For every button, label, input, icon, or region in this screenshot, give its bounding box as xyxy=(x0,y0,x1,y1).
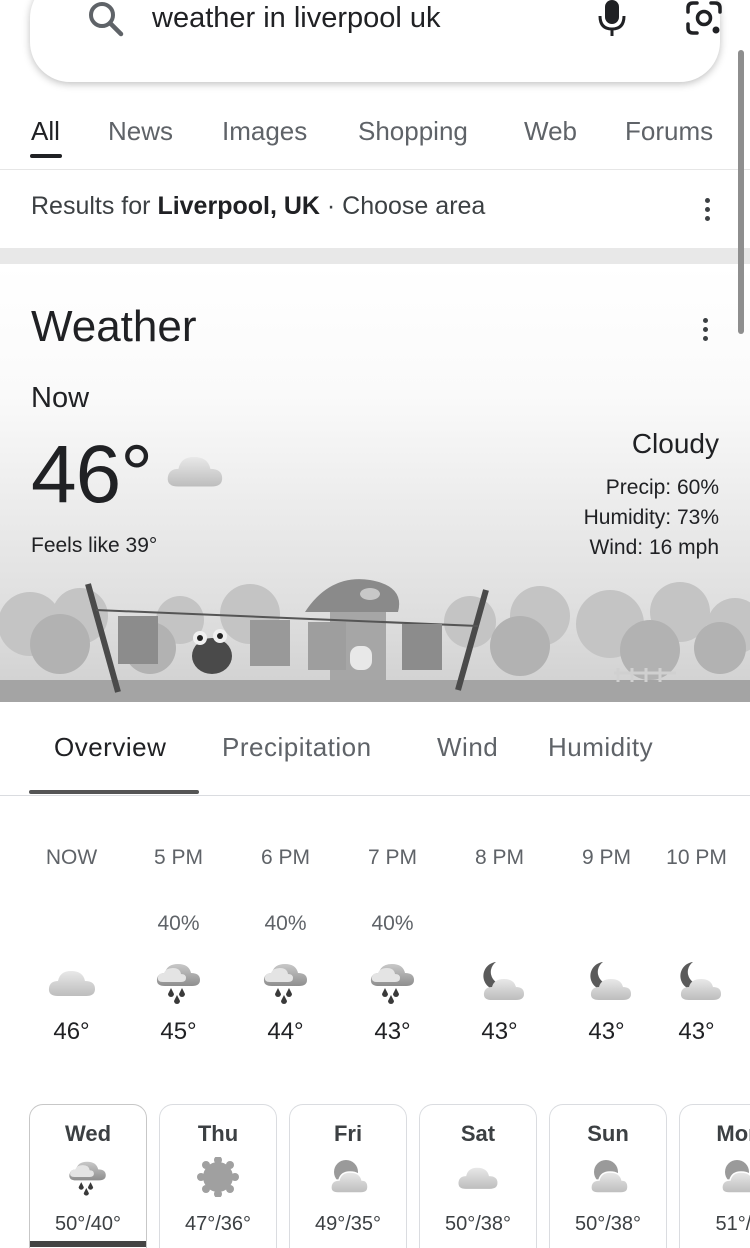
hourly-forecast-item[interactable]: 10 PM 43° xyxy=(643,846,750,1045)
hour-precip: 40% xyxy=(264,912,307,935)
moon-cloud-icon xyxy=(671,960,723,1004)
weather-more-options-icon[interactable] xyxy=(701,318,709,348)
day-card-mon[interactable]: Mon 51°/4 xyxy=(679,1104,750,1248)
partly-cloudy-icon xyxy=(717,1157,750,1197)
day-temps: 50°/38° xyxy=(444,1213,512,1235)
day-temps: 49°/35° xyxy=(314,1213,382,1235)
hour-temp: 44° xyxy=(267,1018,304,1045)
day-name: Thu xyxy=(197,1121,239,1146)
tab-web[interactable]: Web xyxy=(524,116,577,147)
cloud-icon xyxy=(46,960,98,1004)
page-scrollbar[interactable] xyxy=(738,50,744,334)
hourly-forecast-item[interactable]: 7 PM 40% 43° xyxy=(339,846,446,1045)
hour-time: 10 PM xyxy=(666,846,727,869)
wind-value: Wind: 16 mph xyxy=(589,536,719,559)
day-card-sun[interactable]: Sun 50°/38° xyxy=(549,1104,667,1248)
subtab-precipitation[interactable]: Precipitation xyxy=(222,732,372,763)
day-name: Mon xyxy=(716,1121,750,1146)
hour-temp: 43° xyxy=(678,1018,715,1045)
rain-cloud-icon xyxy=(66,1157,110,1197)
hourly-forecast-item[interactable]: 8 PM 43° xyxy=(446,846,553,1045)
subtab-overview[interactable]: Overview xyxy=(54,732,166,763)
feels-like: Feels like 39° xyxy=(31,534,158,557)
location-prefix: Results for xyxy=(31,192,158,220)
day-card-wed[interactable]: Wed 50°/40° xyxy=(29,1104,147,1248)
moon-cloud-icon xyxy=(581,960,633,1004)
day-name: Wed xyxy=(64,1121,112,1146)
search-icon xyxy=(89,2,124,37)
hour-temp: 46° xyxy=(53,1018,90,1045)
search-input[interactable]: weather in liverpool uk xyxy=(152,0,441,36)
day-temps: 51°/4 xyxy=(715,1213,750,1235)
hour-temp: 43° xyxy=(374,1018,411,1045)
partly-cloudy-icon xyxy=(326,1157,370,1197)
hourly-forecast-item[interactable]: NOW 46° xyxy=(18,846,125,1045)
section-divider xyxy=(0,248,750,264)
day-name: Sat xyxy=(460,1121,496,1146)
moon-cloud-icon xyxy=(474,960,526,1004)
tab-all[interactable]: All xyxy=(31,116,60,147)
day-name: Sun xyxy=(587,1121,629,1146)
hourly-forecast-item[interactable]: 6 PM 40% 44° xyxy=(232,846,339,1045)
day-temps: 50°/40° xyxy=(54,1213,122,1235)
camera-lens-icon[interactable] xyxy=(684,0,724,38)
hourly-forecast-item[interactable]: 5 PM 40% 45° xyxy=(125,846,232,1045)
hour-time: 6 PM xyxy=(260,846,310,869)
rain-cloud-icon xyxy=(367,960,419,1004)
search-bar[interactable]: weather in liverpool uk xyxy=(30,0,722,82)
hour-precip: 40% xyxy=(371,912,414,935)
cloud-icon xyxy=(456,1157,500,1197)
search-tabs: All News Images Shopping Web Forums xyxy=(0,100,750,170)
subtab-wind[interactable]: Wind xyxy=(437,732,498,763)
day-temps: 50°/38° xyxy=(574,1213,642,1235)
current-temperature: 46° xyxy=(31,429,153,520)
day-card-fri[interactable]: Fri 49°/35° xyxy=(289,1104,407,1248)
rain-cloud-icon xyxy=(153,960,205,1004)
day-name: Fri xyxy=(333,1121,363,1146)
day-temps: 47°/36° xyxy=(184,1213,252,1235)
selected-day-indicator xyxy=(30,1241,146,1247)
hour-temp: 45° xyxy=(160,1018,197,1045)
weather-illustration xyxy=(0,579,750,702)
partly-cloudy-icon xyxy=(586,1157,630,1197)
condition-text: Cloudy xyxy=(631,428,719,459)
hour-time: 7 PM xyxy=(367,846,417,869)
hour-precip: 40% xyxy=(157,912,200,935)
hour-temp: 43° xyxy=(481,1018,518,1045)
subtab-humidity[interactable]: Humidity xyxy=(548,732,653,763)
tab-shopping[interactable]: Shopping xyxy=(358,116,468,147)
now-label: Now xyxy=(31,382,90,414)
weather-title: Weather xyxy=(31,302,197,351)
weather-card: Weather Now 46° Feels like 39° Cloudy Pr… xyxy=(0,264,750,702)
hour-time: 8 PM xyxy=(474,846,524,869)
location-place: Liverpool, UK xyxy=(157,192,320,220)
location-line: Results for Liverpool, UK · Choose area xyxy=(31,192,485,221)
sun-icon xyxy=(196,1157,240,1197)
active-subtab-indicator xyxy=(29,790,199,794)
rain-cloud-icon xyxy=(260,960,312,1004)
tab-news[interactable]: News xyxy=(108,116,173,147)
day-card-thu[interactable]: Thu 47°/36° xyxy=(159,1104,277,1248)
precip-value: Precip: 60% xyxy=(605,476,719,499)
cloud-icon xyxy=(158,444,232,496)
tab-images[interactable]: Images xyxy=(222,116,307,147)
location-more-options-icon[interactable] xyxy=(703,198,711,228)
day-card-sat[interactable]: Sat 50°/38° xyxy=(419,1104,537,1248)
hour-time: NOW xyxy=(45,846,98,869)
active-tab-indicator xyxy=(30,154,62,158)
hour-time: 5 PM xyxy=(153,846,203,869)
weather-subtabs: Overview Precipitation Wind Humidity xyxy=(0,702,750,796)
humidity-value: Humidity: 73% xyxy=(583,506,719,529)
microphone-icon[interactable] xyxy=(596,0,628,38)
choose-area-link[interactable]: · Choose area xyxy=(320,192,485,220)
tab-forums[interactable]: Forums xyxy=(625,116,713,147)
